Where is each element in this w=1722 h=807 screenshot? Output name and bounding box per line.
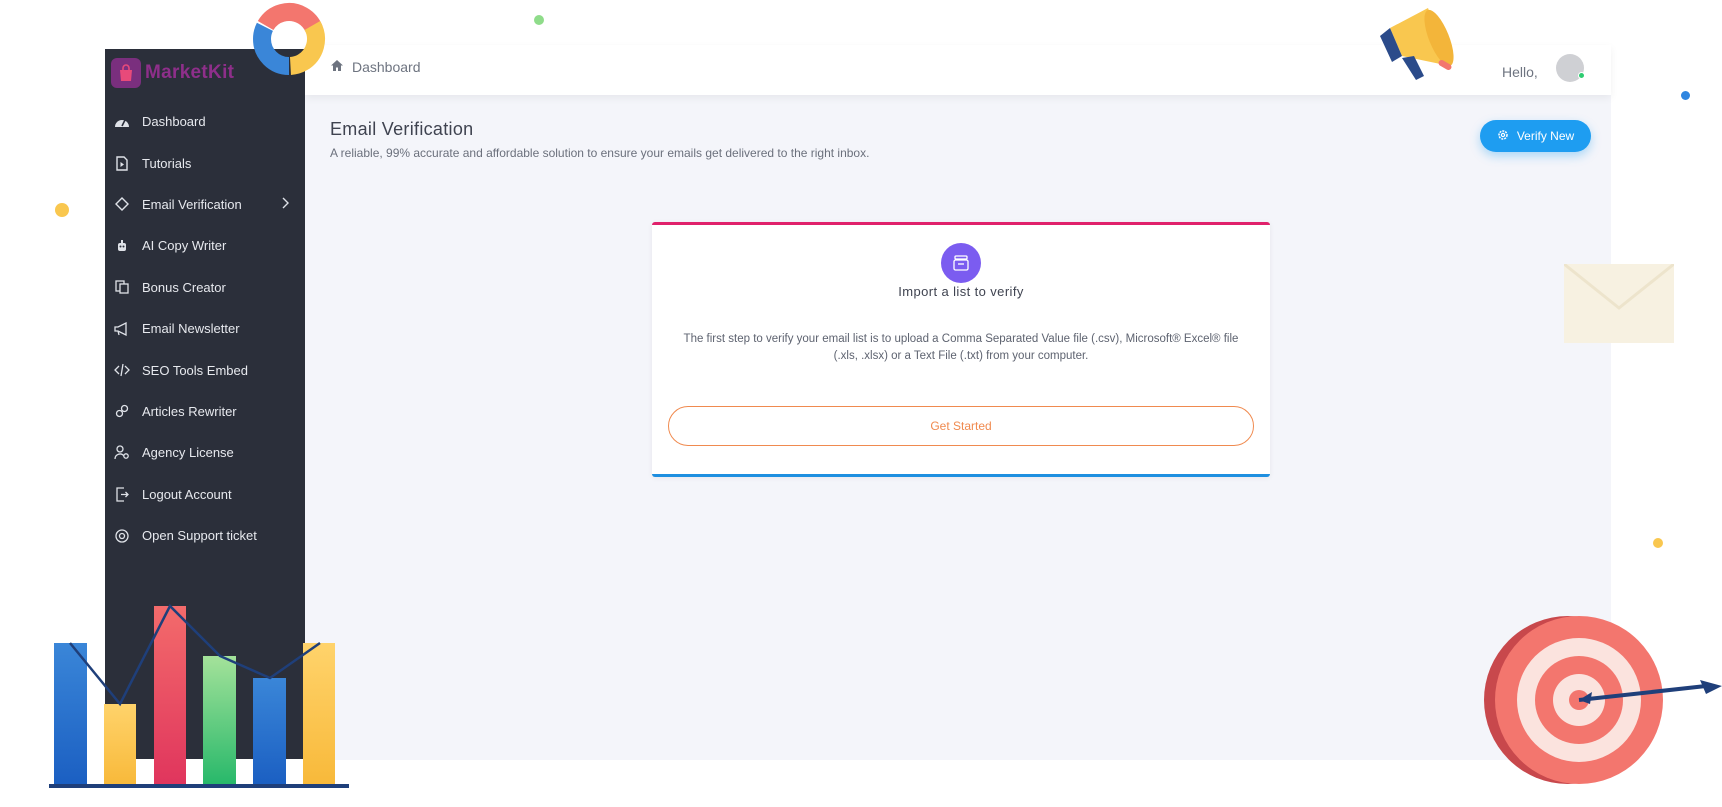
link-icon (114, 403, 130, 419)
online-status-dot (1578, 72, 1585, 79)
diamond-icon (114, 196, 130, 212)
sidebar-item-dashboard[interactable]: Dashboard (105, 101, 305, 142)
megaphone-illustration (1380, 8, 1454, 80)
gauge-icon (114, 114, 130, 130)
sidebar-item-label: Bonus Creator (142, 279, 226, 295)
sidebar-item-label: Articles Rewriter (142, 403, 237, 419)
shopping-bag-icon (111, 58, 141, 88)
decoration-dot (1653, 538, 1663, 548)
sidebar-item-label: AI Copy Writer (142, 238, 227, 254)
bar-chart-illustration (49, 603, 349, 788)
sidebar-item-label: Email Verification (142, 196, 242, 212)
greeting-text: Hello, (1502, 64, 1538, 80)
card-title: Import a list to verify (898, 284, 1024, 299)
gear-icon (1497, 129, 1509, 144)
sidebar-item-label: SEO Tools Embed (142, 362, 248, 378)
sidebar-item-ai-copy-writer[interactable]: AI Copy Writer (105, 225, 305, 266)
inbox-stack-icon (941, 243, 981, 283)
megaphone-icon (114, 321, 130, 337)
sidebar-item-label: Dashboard (142, 114, 206, 130)
robot-icon (114, 238, 130, 254)
sidebar-item-label: Tutorials (142, 155, 192, 171)
sidebar-item-logout-account[interactable]: Logout Account (105, 474, 305, 515)
page-title: Email Verification (330, 119, 474, 139)
donut-chart-decoration (253, 3, 325, 75)
sidebar-item-bonus-creator[interactable]: Bonus Creator (105, 267, 305, 308)
app-window: Dashboard Hello, MarketKit Dashboard Tut… (0, 0, 1722, 807)
user-search-icon (114, 445, 130, 461)
logout-icon (114, 486, 130, 502)
sidebar-nav: Dashboard Tutorials Email Verification A… (105, 101, 305, 556)
sidebar-item-label: Logout Account (142, 486, 232, 502)
home-icon (330, 59, 344, 75)
verify-new-button[interactable]: Verify New (1480, 120, 1591, 152)
decoration-dot (55, 203, 69, 217)
sidebar-item-seo-tools-embed[interactable]: SEO Tools Embed (105, 349, 305, 390)
envelope-illustration (1563, 262, 1675, 343)
decoration-dot (1681, 91, 1690, 100)
brand-name: MarketKit (145, 62, 235, 83)
sidebar-item-email-verification[interactable]: Email Verification (105, 184, 305, 225)
sidebar-item-tutorials[interactable]: Tutorials (105, 142, 305, 183)
get-started-button[interactable]: Get Started (668, 406, 1254, 446)
sidebar-item-agency-license[interactable]: Agency License (105, 432, 305, 473)
page-subtitle: A reliable, 99% accurate and affordable … (330, 146, 870, 160)
target-illustration (1484, 616, 1722, 784)
breadcrumb[interactable]: Dashboard (330, 59, 421, 75)
copy-icon (114, 279, 130, 295)
file-play-icon (114, 155, 130, 171)
sidebar-item-label: Email Newsletter (142, 321, 240, 337)
chevron-right-icon (281, 197, 289, 212)
breadcrumb-label: Dashboard (352, 59, 421, 75)
sidebar-item-open-support-ticket[interactable]: Open Support ticket (105, 515, 305, 556)
sidebar-item-label: Agency License (142, 445, 234, 461)
verify-new-label: Verify New (1516, 129, 1575, 143)
sidebar-item-email-newsletter[interactable]: Email Newsletter (105, 308, 305, 349)
card-description: The first step to verify your email list… (683, 333, 1239, 362)
sidebar-item-label: Open Support ticket (142, 528, 257, 544)
import-list-card: Import a list to verify The first step t… (652, 222, 1270, 477)
code-icon (114, 362, 130, 378)
sidebar-item-articles-rewriter[interactable]: Articles Rewriter (105, 391, 305, 432)
decoration-dot (534, 15, 544, 25)
lifebuoy-icon (114, 528, 130, 544)
brand-logo[interactable]: MarketKit (111, 58, 234, 88)
